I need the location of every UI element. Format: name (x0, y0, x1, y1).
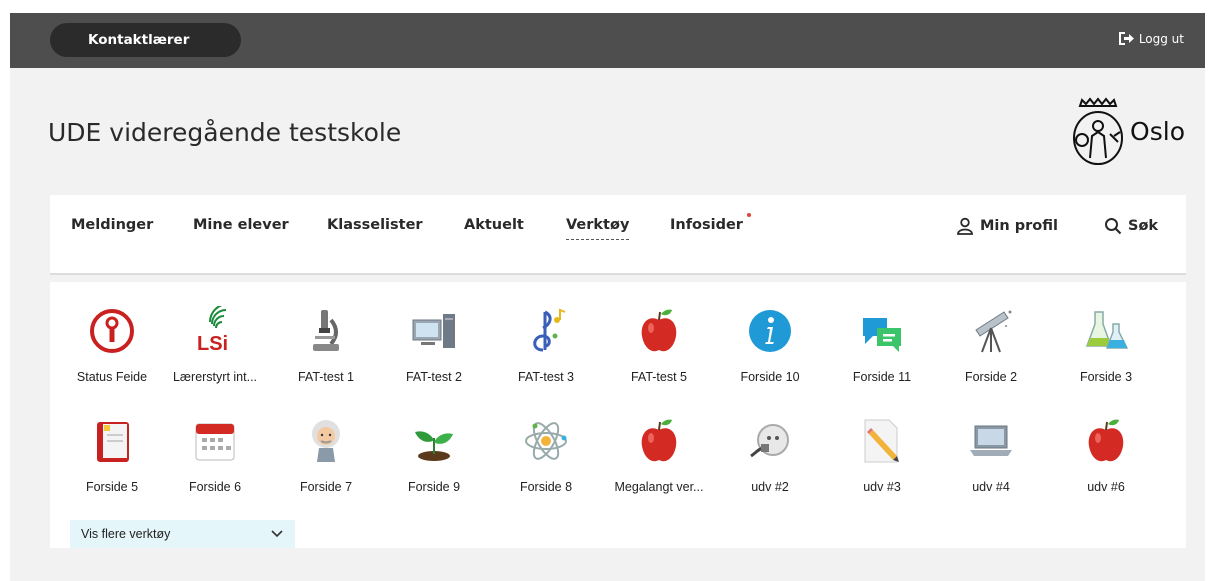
tool-label: Megalangt ver... (614, 480, 704, 494)
tool-label: FAT-test 5 (630, 370, 688, 384)
nav-item-infosider[interactable]: Infosider (670, 217, 743, 233)
tool-label: udv #4 (972, 480, 1010, 494)
tool-label: Status Feide (76, 370, 148, 384)
profile-label: Min profil (980, 218, 1058, 234)
tool-udv-4[interactable]: udv #4 (941, 416, 1041, 494)
tool-udv-6[interactable]: udv #6 (1056, 416, 1156, 494)
tool-label: Forside 3 (1079, 370, 1133, 384)
tool-megalangt[interactable]: Megalangt ver... (609, 416, 709, 494)
tool-fat-test-1[interactable]: FAT-test 1 (276, 306, 376, 384)
nav-item-mine-elever[interactable]: Mine elever (193, 217, 289, 233)
show-more-label: Vis flere verktøy (81, 527, 171, 541)
calendar-icon (195, 423, 235, 461)
nav-item-klasselister[interactable]: Klasselister (327, 217, 423, 233)
tool-label: Forside 11 (852, 370, 912, 384)
pencil-paper-icon (864, 419, 899, 463)
nav-item-verktoy[interactable]: Verktøy (566, 217, 630, 240)
tool-label: Forside 2 (964, 370, 1018, 384)
tool-label: udv #2 (751, 480, 789, 494)
tool-label: FAT-test 1 (297, 370, 355, 384)
notification-dot (747, 213, 751, 217)
lsi-icon: LSi (197, 306, 228, 355)
tool-label: Forside 5 (85, 480, 139, 494)
einstein-icon (312, 420, 340, 462)
tool-label: Lærerstyrt int... (172, 370, 258, 384)
notebook-icon (97, 422, 129, 462)
info-icon (749, 310, 791, 352)
show-more-tools-button[interactable]: Vis flere verktøy (70, 520, 295, 548)
seedling-icon (415, 431, 453, 461)
chevron-down-icon (271, 530, 283, 538)
music-note-icon (533, 308, 566, 352)
atom-icon (525, 422, 567, 460)
tool-forside-10[interactable]: Forside 10 (720, 306, 820, 384)
tool-fat-test-3[interactable]: FAT-test 3 (496, 306, 596, 384)
search-label: Søk (1128, 218, 1159, 234)
power-plug-icon (750, 424, 789, 458)
flasks-icon (1085, 311, 1129, 349)
logout-label: Logg ut (1138, 31, 1184, 46)
telescope-icon (975, 310, 1012, 353)
profile-button[interactable]: Min profil (956, 217, 1058, 235)
tool-forside-7[interactable]: Forside 7 (276, 416, 376, 494)
tool-forside-3[interactable]: Forside 3 (1056, 306, 1156, 384)
tool-fat-test-5[interactable]: FAT-test 5 (609, 306, 709, 384)
search-button[interactable]: Søk (1104, 217, 1158, 235)
oslo-logo: Oslo (1070, 96, 1185, 166)
top-bar: Kontaktlærer Logg ut (10, 13, 1205, 68)
tool-fat-test-2[interactable]: FAT-test 2 (384, 306, 484, 384)
search-icon (1105, 218, 1122, 235)
tool-label: Forside 6 (188, 480, 242, 494)
tool-label: udv #3 (863, 480, 901, 494)
tool-status-feide[interactable]: Status Feide (62, 306, 162, 384)
tool-forside-8[interactable]: Forside 8 (496, 416, 596, 494)
logout-icon (1118, 32, 1134, 45)
oslo-logo-text: Oslo (1130, 116, 1185, 146)
microscope-icon (313, 310, 339, 351)
tool-label: FAT-test 3 (517, 370, 575, 384)
tool-forside-6[interactable]: Forside 6 (165, 416, 265, 494)
tool-laererstyrt[interactable]: LSi Lærerstyrt int... (165, 306, 265, 384)
tool-label: Forside 7 (299, 480, 353, 494)
tool-udv-2[interactable]: udv #2 (720, 416, 820, 494)
page-content: UDE videregående testskole Oslo Meldinge… (10, 68, 1205, 581)
apple-icon (641, 309, 677, 352)
tool-label: FAT-test 2 (405, 370, 463, 384)
computer-icon (412, 314, 455, 348)
apple-icon (1088, 419, 1124, 462)
tool-label: Forside 10 (740, 370, 800, 384)
tool-label: udv #6 (1087, 480, 1125, 494)
tool-forside-5[interactable]: Forside 5 (62, 416, 162, 494)
logout-button[interactable]: Logg ut (1118, 31, 1184, 46)
svg-text:LSi: LSi (197, 333, 228, 355)
nav-item-meldinger[interactable]: Meldinger (71, 217, 153, 233)
tool-label: Forside 8 (519, 480, 573, 494)
status-feide-icon (90, 309, 134, 353)
tools-grid: Status Feide LSi Lærerstyrt int... FAT-t… (50, 282, 1186, 548)
tool-forside-11[interactable]: Forside 11 (832, 306, 932, 384)
role-button[interactable]: Kontaktlærer (50, 23, 241, 57)
page-title: UDE videregående testskole (48, 118, 402, 147)
apple-icon (641, 419, 677, 462)
oslo-seal-icon (1073, 97, 1124, 165)
laptop-icon (970, 425, 1012, 456)
tool-forside-9[interactable]: Forside 9 (384, 416, 484, 494)
tool-forside-2[interactable]: Forside 2 (941, 306, 1041, 384)
tool-label: Forside 9 (407, 480, 461, 494)
main-navigation: Meldinger Mine elever Klasselister Aktue… (50, 195, 1186, 275)
nav-item-aktuelt[interactable]: Aktuelt (464, 217, 524, 233)
tool-udv-3[interactable]: udv #3 (832, 416, 932, 494)
chat-bubbles-icon (863, 318, 901, 352)
user-icon (957, 217, 973, 235)
